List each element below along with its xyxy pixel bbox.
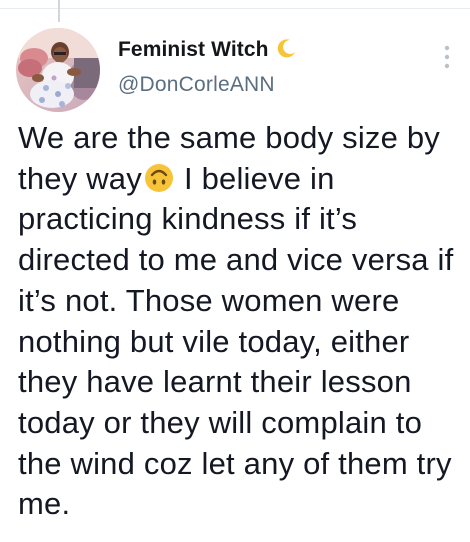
avatar[interactable] [16,28,100,112]
tweet-header: Feminist Witch @DonCorleANN [118,35,430,97]
more-options-icon[interactable] [440,42,454,72]
avatar-photo [16,28,100,112]
tweet-card[interactable]: Feminist Witch @DonCorleANN We are the s… [0,0,470,542]
tweet-body-text: We are the same body size by they way I … [18,118,454,525]
thread-connector-line [58,0,60,22]
crescent-moon-icon [275,38,297,60]
author-display-name[interactable]: Feminist Witch [118,38,269,62]
author-handle[interactable]: @DonCorleANN [118,73,430,97]
divider [0,8,470,9]
tweet-text-part-2: I believe in practicing kindness if it’s… [18,160,454,522]
author-name-row[interactable]: Feminist Witch [118,35,430,65]
upside-down-face-icon [144,163,174,193]
